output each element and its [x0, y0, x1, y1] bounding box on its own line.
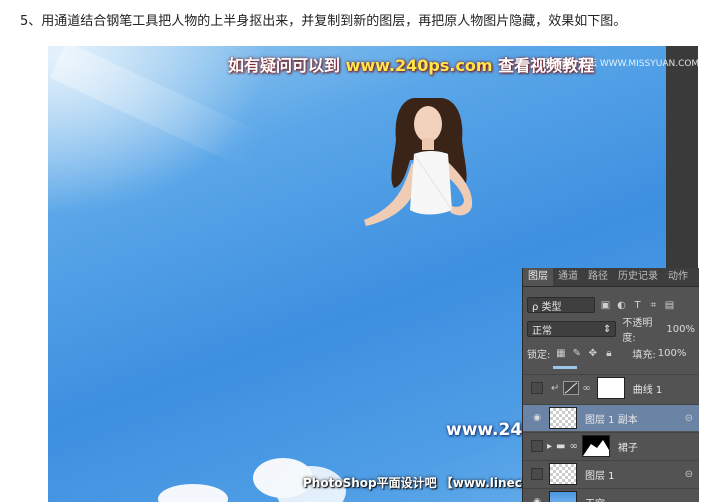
fill-value[interactable]: 100%	[658, 348, 687, 359]
blend-row: 正常 ⇕ 不透明度: 100%	[527, 318, 695, 344]
lock-move-icon[interactable]: ✥	[587, 348, 598, 359]
layers-panel: 图层 通道 路径 历史记录 动作 ρ 类型 ▣ ◐ T ⌗ ▤ 正常 ⇕ 不透明…	[522, 268, 699, 502]
layer-name: 裙子	[617, 442, 638, 454]
opacity-label: 不透明度:	[622, 318, 653, 344]
layer-mask-thumbnail	[596, 377, 625, 399]
tab-history[interactable]: 历史记录	[613, 268, 663, 286]
layer-name: 图层 1	[585, 470, 615, 482]
blend-mode-value: 正常	[532, 325, 552, 337]
visibility-toggle[interactable]	[531, 382, 543, 394]
lock-transparent-icon[interactable]: ▦	[555, 348, 566, 359]
tab-actions[interactable]: 动作	[663, 268, 693, 286]
lock-label: 锁定:	[527, 349, 551, 361]
banner-left-text: 如有疑问可以到	[228, 56, 341, 75]
layer-thumbnail	[549, 463, 577, 485]
panel-tabs: 图层 通道 路径 历史记录 动作	[523, 268, 699, 287]
filter-row: ρ 类型 ▣ ◐ T ⌗ ▤	[527, 296, 695, 314]
layer-name: 图层 1 副本	[585, 414, 638, 426]
layer-row-selected[interactable]: ◉ 图层 1 副本 ⊝	[523, 404, 699, 431]
dark-panel-edge	[666, 46, 698, 268]
visibility-toggle[interactable]	[531, 468, 543, 480]
adjustment-filter-icon[interactable]: ◐	[616, 300, 627, 311]
expand-arrow-icon[interactable]: ▸	[547, 441, 552, 452]
eye-icon[interactable]: ◉	[531, 412, 543, 424]
link-icon: ⊝	[684, 412, 693, 424]
layer-thumbnail	[549, 491, 577, 502]
site-watermark: 思缘设计论坛 WWW.MISSYUAN.COM	[543, 59, 698, 69]
visibility-toggle[interactable]	[531, 440, 543, 452]
filter-type-select[interactable]: ρ 类型	[527, 297, 595, 313]
layer-row[interactable]: ↵ ∞ 曲线 1	[523, 374, 699, 401]
blend-mode-select[interactable]: 正常 ⇕	[527, 321, 617, 337]
lock-paint-icon[interactable]: ✎	[571, 348, 582, 359]
smart-object-filter-icon[interactable]: ▤	[664, 300, 675, 311]
tab-paths[interactable]: 路径	[583, 268, 613, 286]
cloud	[158, 484, 228, 502]
curves-adjustment-icon	[563, 381, 580, 395]
opacity-value[interactable]: 100%	[666, 324, 695, 335]
banner-watermark: 如有疑问可以到 www.240ps.com 查看视频教程	[228, 52, 594, 76]
layer-name: 曲线 1	[632, 384, 663, 396]
layer-thumbnail	[549, 407, 577, 429]
link-icon: ∞	[582, 382, 591, 394]
chevron-down-icon: ⇕	[603, 323, 612, 335]
link-icon: ⊝	[684, 468, 693, 480]
group-mask-thumbnail	[581, 435, 610, 457]
clip-arrow-icon: ↵	[551, 382, 560, 394]
eye-icon[interactable]: ◉	[531, 496, 543, 502]
tutorial-caption: 5、用通道结合钢笔工具把人物的上半身抠出来，并复制到新的图层，再把原人物图片隐藏…	[20, 14, 627, 29]
layer-row[interactable]: 图层 1 ⊝	[523, 460, 699, 487]
layer-name: 天空	[585, 495, 605, 502]
tab-channels[interactable]: 通道	[553, 268, 583, 286]
image-filter-icon[interactable]: ▣	[600, 300, 611, 311]
lock-row: 锁定: ▦ ✎ ✥ 🔒︎ 填充: 100%	[527, 344, 695, 362]
lock-all-icon[interactable]: 🔒︎	[603, 348, 614, 359]
folder-icon: ▬	[556, 440, 566, 452]
person-cutout	[364, 98, 473, 226]
banner-url: www.240ps.com	[345, 56, 493, 75]
type-filter-icon[interactable]: T	[632, 300, 643, 311]
link-icon: ∞	[569, 440, 578, 452]
shape-filter-icon[interactable]: ⌗	[648, 300, 659, 311]
layer-row[interactable]: ▸ ▬ ∞ 裙子	[523, 432, 699, 459]
fill-label: 填充:	[632, 349, 656, 361]
scroll-indicator	[553, 366, 577, 369]
tab-layers[interactable]: 图层	[523, 268, 553, 286]
layer-row[interactable]: ◉ 天空	[523, 488, 699, 502]
